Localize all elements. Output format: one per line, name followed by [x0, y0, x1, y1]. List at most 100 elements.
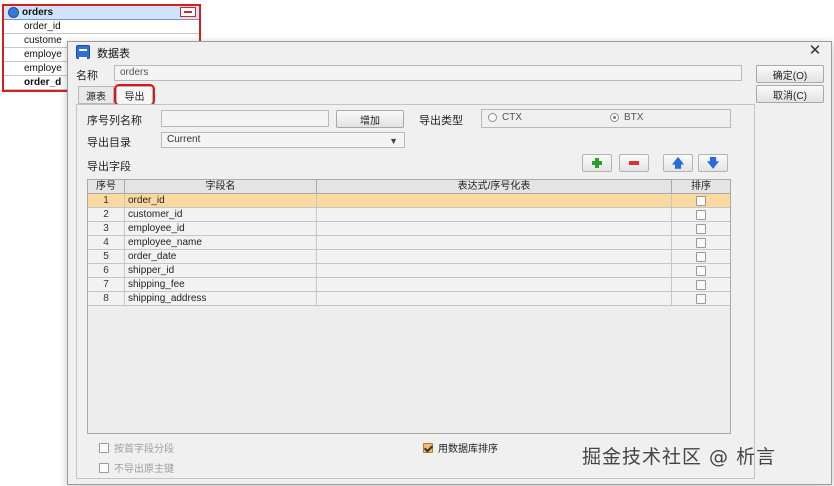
add-row-button[interactable]	[582, 154, 612, 172]
ok-button[interactable]: 确定(O)	[756, 65, 824, 83]
entity-field-row[interactable]: order_id	[4, 20, 199, 34]
row-expr[interactable]	[317, 222, 672, 235]
close-icon[interactable]: ✕	[807, 43, 823, 59]
row-num: 3	[88, 222, 125, 235]
table-dialog: 数据表 ✕ 名称 orders 确定(O) 取消(C) 源表 导出 序号列名称 …	[67, 41, 832, 485]
db-sort-option[interactable]: 用数据库排序	[423, 440, 498, 455]
row-field[interactable]: employee_id	[125, 222, 317, 235]
tab-export-highlight	[114, 84, 155, 106]
row-field[interactable]: shipping_fee	[125, 278, 317, 291]
export-dir-select[interactable]: Current ▼	[161, 132, 405, 148]
move-up-button[interactable]: 🡅	[663, 154, 693, 172]
row-num: 1	[88, 194, 125, 207]
entity-title: orders	[22, 7, 54, 18]
app-icon	[76, 45, 90, 59]
export-fields-label: 导出字段	[87, 161, 131, 173]
row-num: 5	[88, 250, 125, 263]
export-type-group: CTX BTX	[481, 109, 731, 128]
table-row[interactable]: 1 order_id	[88, 194, 730, 208]
row-expr[interactable]	[317, 278, 672, 291]
row-field[interactable]: customer_id	[125, 208, 317, 221]
table-row[interactable]: 2 customer_id	[88, 208, 730, 222]
name-field[interactable]: orders	[114, 65, 742, 81]
row-expr[interactable]	[317, 236, 672, 249]
table-header: 序号 字段名 表达式/序号化表 排序	[88, 180, 730, 194]
sort-checkbox[interactable]	[696, 209, 706, 220]
row-expr[interactable]	[317, 208, 672, 221]
col-header-field[interactable]: 字段名	[125, 180, 317, 193]
cancel-button[interactable]: 取消(C)	[756, 85, 824, 103]
entity-header[interactable]: orders	[4, 6, 199, 20]
delete-row-button[interactable]	[619, 154, 649, 172]
row-num: 8	[88, 292, 125, 305]
sort-checkbox[interactable]	[696, 195, 706, 206]
export-type-label: 导出类型	[419, 115, 463, 127]
arrow-down-icon: 🡇	[706, 156, 720, 170]
row-sort	[672, 278, 730, 291]
row-field[interactable]: employee_name	[125, 236, 317, 249]
row-num: 6	[88, 264, 125, 277]
table-row[interactable]: 6 shipper_id	[88, 264, 730, 278]
table-row[interactable]: 3 employee_id	[88, 222, 730, 236]
row-field[interactable]: shipping_address	[125, 292, 317, 305]
row-num: 4	[88, 236, 125, 249]
no-primary-key-checkbox[interactable]	[99, 462, 109, 473]
table-row[interactable]: 8 shipping_address	[88, 292, 730, 306]
sort-checkbox[interactable]	[696, 223, 706, 234]
radio-ctx[interactable]: CTX	[488, 112, 522, 123]
row-expr[interactable]	[317, 250, 672, 263]
segment-by-first-field-label: 按首字段分段	[114, 444, 174, 455]
tab-source-table[interactable]: 源表	[78, 86, 114, 104]
sort-checkbox[interactable]	[696, 293, 706, 304]
export-dir-value: Current	[167, 134, 201, 145]
export-fields-table: 序号 字段名 表达式/序号化表 排序 1 order_id 2 customer…	[87, 179, 731, 434]
row-sort	[672, 222, 730, 235]
row-num: 2	[88, 208, 125, 221]
dialog-title: 数据表	[97, 48, 130, 60]
watermark: 掘金技术社区 @ 析言	[582, 446, 777, 468]
row-sort	[672, 292, 730, 305]
segment-by-first-field-checkbox[interactable]	[99, 442, 109, 453]
radio-ctx-label: CTX	[502, 112, 522, 123]
table-row[interactable]: 7 shipping_fee	[88, 278, 730, 292]
table-row[interactable]: 4 employee_name	[88, 236, 730, 250]
sort-checkbox[interactable]	[696, 279, 706, 290]
row-field[interactable]: order_id	[125, 194, 317, 207]
row-expr[interactable]	[317, 264, 672, 277]
sort-checkbox[interactable]	[696, 265, 706, 276]
col-header-expr[interactable]: 表达式/序号化表	[317, 180, 672, 193]
row-num: 7	[88, 278, 125, 291]
table-row[interactable]: 5 order_date	[88, 250, 730, 264]
add-button[interactable]: 增加	[336, 110, 404, 128]
radio-btx-circle[interactable]	[610, 113, 619, 122]
minus-icon	[184, 11, 192, 13]
seq-col-input[interactable]	[161, 110, 329, 127]
radio-btx-label: BTX	[624, 112, 644, 123]
collapse-button[interactable]	[180, 7, 196, 17]
row-sort	[672, 236, 730, 249]
sort-checkbox[interactable]	[696, 237, 706, 248]
move-down-button[interactable]: 🡇	[698, 154, 728, 172]
col-header-seq[interactable]: 序号	[88, 180, 125, 193]
db-sort-checkbox[interactable]	[423, 442, 433, 453]
minus-icon	[629, 161, 639, 165]
dialog-titlebar[interactable]: 数据表 ✕	[68, 42, 831, 62]
row-expr[interactable]	[317, 292, 672, 305]
name-label: 名称	[76, 70, 98, 82]
row-sort	[672, 250, 730, 263]
no-primary-key-label: 不导出原主键	[114, 464, 174, 475]
row-field[interactable]: shipper_id	[125, 264, 317, 277]
row-expr[interactable]	[317, 194, 672, 207]
row-sort	[672, 208, 730, 221]
arrow-up-icon: 🡅	[671, 156, 685, 170]
row-sort	[672, 194, 730, 207]
radio-btx[interactable]: BTX	[610, 112, 643, 123]
col-header-sort[interactable]: 排序	[672, 180, 730, 193]
segment-by-first-field-option[interactable]: 按首字段分段	[99, 440, 174, 455]
row-field[interactable]: order_date	[125, 250, 317, 263]
sort-checkbox[interactable]	[696, 251, 706, 262]
export-dir-label: 导出目录	[87, 137, 131, 149]
chevron-down-icon: ▼	[389, 136, 398, 146]
no-primary-key-option[interactable]: 不导出原主键	[99, 460, 174, 475]
radio-ctx-circle[interactable]	[488, 113, 497, 122]
